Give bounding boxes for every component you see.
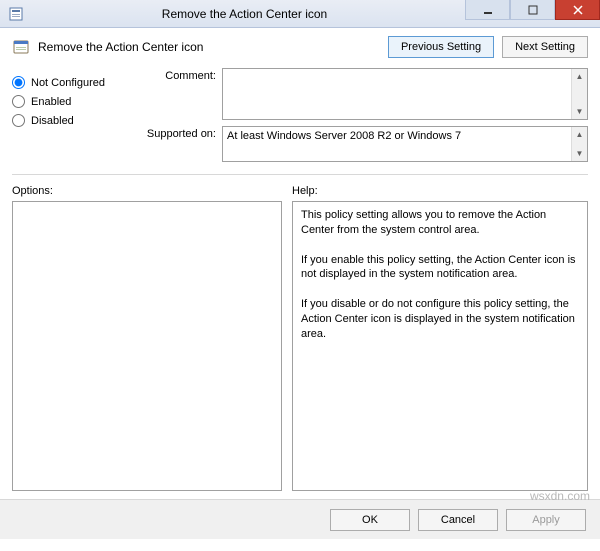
radio-enabled[interactable]: Enabled — [12, 95, 122, 108]
radio-not-configured-label: Not Configured — [31, 77, 105, 89]
radio-disabled-input[interactable] — [12, 114, 25, 127]
supported-label: Supported on: — [132, 126, 222, 140]
help-paragraph: If you disable or do not configure this … — [301, 297, 579, 342]
radio-disabled-label: Disabled — [31, 115, 74, 127]
window-title: Remove the Action Center icon — [24, 7, 465, 21]
comment-value — [223, 69, 571, 119]
radio-enabled-label: Enabled — [31, 96, 71, 108]
header-row: Remove the Action Center icon Previous S… — [0, 28, 600, 64]
radio-not-configured-input[interactable] — [12, 76, 25, 89]
options-box[interactable] — [12, 201, 282, 491]
policy-title: Remove the Action Center icon — [38, 40, 388, 54]
supported-value: At least Windows Server 2008 R2 or Windo… — [223, 127, 571, 161]
radio-not-configured[interactable]: Not Configured — [12, 76, 122, 89]
config-area: Not Configured Enabled Disabled Comment:… — [0, 64, 600, 168]
window-app-icon — [8, 6, 24, 22]
scroll-up-icon[interactable]: ▲ — [572, 127, 587, 142]
window-controls — [465, 0, 600, 27]
lower-panels: Options: Help: This policy setting allow… — [0, 181, 600, 491]
supported-textarea: At least Windows Server 2008 R2 or Windo… — [222, 126, 588, 162]
footer: OK Cancel Apply — [0, 499, 600, 539]
options-label: Options: — [12, 185, 282, 197]
maximize-button[interactable] — [510, 0, 555, 20]
titlebar: Remove the Action Center icon — [0, 0, 600, 28]
policy-icon — [12, 38, 30, 56]
comment-textarea[interactable]: ▲ ▼ — [222, 68, 588, 120]
help-box[interactable]: This policy setting allows you to remove… — [292, 201, 588, 491]
divider — [12, 174, 588, 175]
ok-button[interactable]: OK — [330, 509, 410, 531]
comment-scrollbar[interactable]: ▲ ▼ — [571, 69, 587, 119]
radio-disabled[interactable]: Disabled — [12, 114, 122, 127]
help-paragraph: If you enable this policy setting, the A… — [301, 253, 579, 283]
scroll-down-icon[interactable]: ▼ — [572, 146, 587, 161]
cancel-button[interactable]: Cancel — [418, 509, 498, 531]
next-setting-button[interactable]: Next Setting — [502, 36, 588, 58]
apply-button[interactable]: Apply — [506, 509, 586, 531]
close-button[interactable] — [555, 0, 600, 20]
supported-scrollbar[interactable]: ▲ ▼ — [571, 127, 587, 161]
help-paragraph: This policy setting allows you to remove… — [301, 208, 579, 238]
previous-setting-button[interactable]: Previous Setting — [388, 36, 494, 58]
help-label: Help: — [292, 185, 588, 197]
minimize-button[interactable] — [465, 0, 510, 20]
state-radio-group: Not Configured Enabled Disabled — [12, 68, 122, 168]
help-panel: Help: This policy setting allows you to … — [292, 185, 588, 491]
options-panel: Options: — [12, 185, 282, 491]
fields: Comment: ▲ ▼ Supported on: At least Wind… — [132, 68, 588, 168]
comment-label: Comment: — [132, 68, 222, 82]
radio-enabled-input[interactable] — [12, 95, 25, 108]
scroll-down-icon[interactable]: ▼ — [572, 104, 587, 119]
scroll-up-icon[interactable]: ▲ — [572, 69, 587, 84]
